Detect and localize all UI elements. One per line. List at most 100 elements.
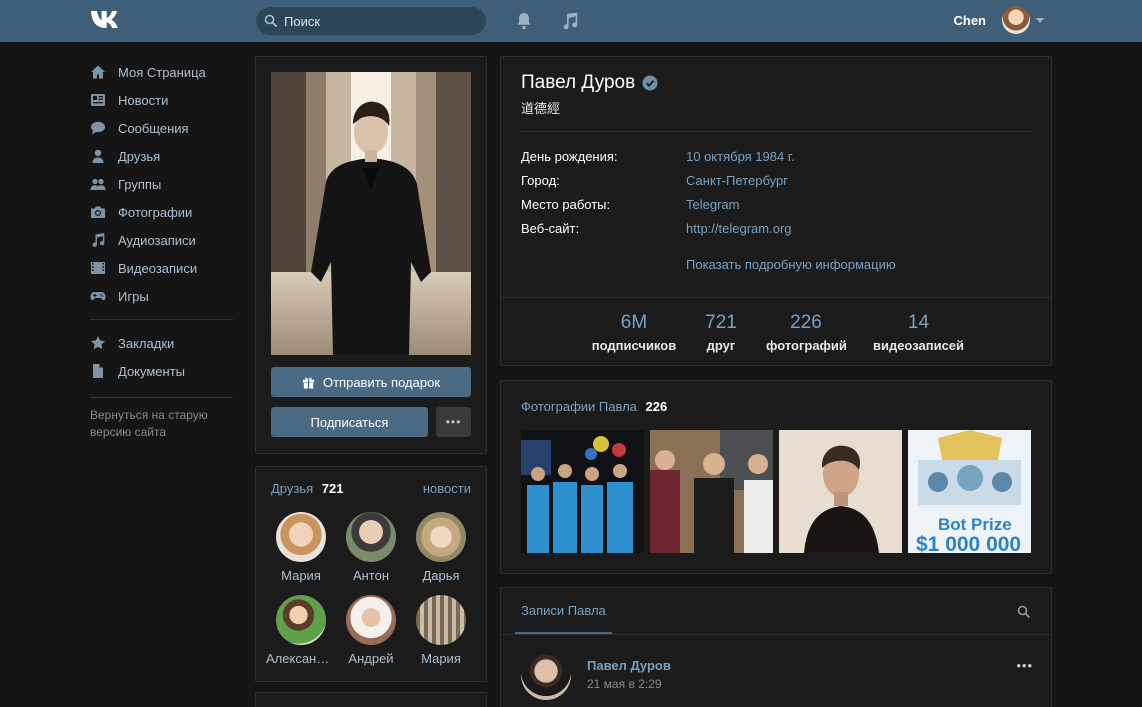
user-name: Chen (953, 12, 987, 28)
friends-news-link[interactable]: новости (423, 481, 471, 496)
verified-icon (642, 75, 658, 91)
friends-card: Друзья 721 новости Мария Антон Дарья Але… (255, 466, 487, 682)
info-value-link[interactable]: Telegram (686, 197, 739, 212)
nav-item-messages[interactable]: Сообщения (90, 114, 240, 142)
photo-thumbnail[interactable] (650, 430, 773, 553)
search-input[interactable] (284, 13, 474, 29)
post-date[interactable]: 21 мая в 2:29 (587, 677, 662, 691)
photos-count: 226 (645, 399, 668, 414)
info-row-work: Место работы: Telegram (521, 197, 739, 212)
camera-icon (91, 206, 105, 218)
post-more-button[interactable]: ••• (1016, 658, 1033, 673)
nav-item-games[interactable]: Игры (90, 282, 240, 310)
avatar (276, 512, 326, 562)
subscribe-button[interactable]: Подписаться (271, 407, 428, 437)
nav-item-my-page[interactable]: Моя Страница (90, 58, 240, 86)
info-row-city: Город: Санкт-Петербург (521, 173, 788, 188)
friend-name: Мария (421, 651, 461, 666)
nav-item-photos[interactable]: Фотографии (90, 198, 240, 226)
next-card (255, 692, 487, 707)
divider (90, 397, 233, 398)
stat-friends[interactable]: 721 друг (696, 312, 746, 353)
post-author-link[interactable]: Павел Дуров (587, 658, 671, 673)
more-actions-button[interactable]: ••• (436, 407, 471, 437)
info-value-link[interactable]: Санкт-Петербург (686, 173, 788, 188)
stat-label: видеозаписей (872, 338, 965, 353)
chevron-down-icon (1036, 17, 1044, 23)
stat-number: 226 (790, 312, 822, 333)
show-more-info-link[interactable]: Показать подробную информацию (686, 257, 896, 272)
friends-header[interactable]: Друзья 721 (271, 481, 344, 496)
friend-name: Антон (352, 568, 390, 583)
profile-name: Павел Дуров (521, 72, 636, 93)
bell-icon[interactable] (514, 11, 534, 31)
info-value-link[interactable]: 10 октября 1984 г. (686, 149, 795, 164)
photo-thumbnail[interactable] (779, 430, 902, 553)
avatar[interactable] (521, 650, 571, 700)
stat-videos[interactable]: 14 видеозаписей (871, 312, 966, 353)
info-label: Место работы: (521, 197, 611, 212)
divider (521, 131, 1031, 132)
nav-item-news[interactable]: Новости (90, 86, 240, 114)
tab-posts[interactable]: Записи Павла (515, 588, 612, 634)
search-box[interactable] (256, 7, 486, 35)
profile-photo[interactable] (271, 72, 471, 355)
stat-photos[interactable]: 226 фотографий (766, 312, 847, 353)
star-icon (91, 336, 105, 350)
nav-item-groups[interactable]: Группы (90, 170, 240, 198)
portrait-photo-image (779, 430, 902, 553)
nav-item-friends[interactable]: Друзья (90, 142, 240, 170)
friend-item[interactable]: Александра (266, 595, 336, 666)
top-bar: Chen (0, 0, 1142, 42)
nav-item-documents[interactable]: Документы (90, 357, 240, 385)
music-icon (92, 233, 105, 247)
avatar (416, 512, 466, 562)
friends-icon (92, 149, 104, 163)
divider (90, 319, 233, 320)
friend-item[interactable]: Антон (336, 512, 406, 583)
friends-count: 721 (321, 481, 344, 496)
nav-item-label: Новости (118, 92, 169, 108)
music-icon[interactable] (560, 11, 580, 31)
info-row-birthday: День рождения: 10 октября 1984 г. (521, 149, 795, 164)
info-label: Веб-сайт: (521, 221, 580, 236)
old-version-link[interactable]: Вернуться на старую версию сайта (90, 407, 230, 441)
search-icon (264, 14, 278, 28)
friend-item[interactable]: Мария (266, 512, 336, 583)
photos-header[interactable]: Фотографии Павла 226 (521, 399, 667, 414)
user-menu[interactable]: Chen (953, 6, 1044, 34)
divider (501, 634, 1051, 635)
team-photo-image (521, 430, 644, 553)
stat-label: фотографий (766, 338, 847, 353)
vk-logo-icon[interactable] (90, 9, 124, 31)
film-icon (91, 262, 105, 274)
stat-label: подписчиков (591, 338, 677, 353)
friend-item[interactable]: Мария (406, 595, 476, 666)
friend-name: Андрей (348, 651, 394, 666)
send-gift-label: Отправить подарок (322, 374, 441, 390)
bot-prize-image: Bot Prize $1 000 000 (908, 430, 1031, 553)
nav-item-bookmarks[interactable]: Закладки (90, 329, 240, 357)
nav-item-audio[interactable]: Аудиозаписи (90, 226, 240, 254)
photo-thumbnail[interactable]: Bot Prize $1 000 000 (908, 430, 1031, 553)
nav-item-label: Игры (118, 288, 149, 304)
nav-item-label: Сообщения (118, 120, 189, 136)
send-gift-button[interactable]: Отправить подарок (271, 367, 471, 397)
nav-item-video[interactable]: Видеозаписи (90, 254, 240, 282)
stat-followers[interactable]: 6M подписчиков (591, 312, 677, 353)
friend-name: Дарья (422, 568, 460, 583)
svg-text:Bot Prize: Bot Prize (938, 515, 1012, 534)
divider (501, 297, 1051, 298)
friend-item[interactable]: Дарья (406, 512, 476, 583)
photo-thumbnail[interactable] (521, 430, 644, 553)
photos-title: Фотографии Павла (521, 399, 637, 414)
friend-item[interactable]: Андрей (336, 595, 406, 666)
info-row-website: Веб-сайт: http://telegram.org (521, 221, 792, 236)
avatar (346, 512, 396, 562)
friend-name: Александра (266, 651, 336, 666)
info-label: День рождения: (521, 149, 618, 164)
info-value-link[interactable]: http://telegram.org (686, 221, 792, 236)
search-icon[interactable] (1017, 605, 1031, 619)
messages-icon (91, 121, 105, 135)
profile-status[interactable]: 道德經 (521, 98, 560, 117)
